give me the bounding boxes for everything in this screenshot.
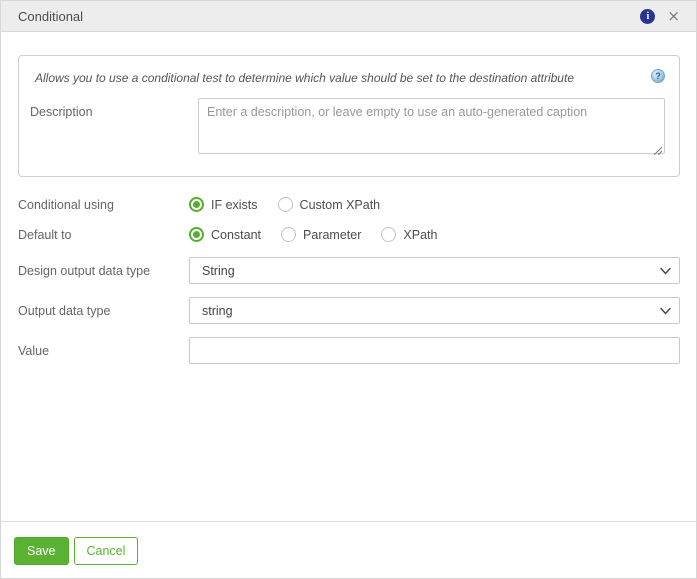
help-icon[interactable]: ? [651,69,665,83]
default-to-row: Default to Constant Parameter XPath [18,227,680,242]
radio-constant-icon[interactable] [189,227,204,242]
radio-xpath-label: XPath [403,227,438,242]
conditional-dialog: Conditional i × Allows you to use a cond… [0,0,697,579]
hint-row: Allows you to use a conditional test to … [30,69,665,85]
radio-constant-label: Constant [211,227,262,242]
save-button[interactable]: Save [14,537,69,565]
value-field-wrap [189,337,680,364]
radio-custom-xpath-icon[interactable] [277,197,293,212]
radio-if-exists[interactable]: IF exists [189,197,258,212]
design-output-data-type-field-wrap: String [189,257,680,284]
radio-parameter-label: Parameter [303,227,362,242]
dialog-title: Conditional [18,8,84,24]
radio-custom-xpath[interactable]: Custom XPath [277,197,381,212]
output-data-type-field-wrap: string [189,297,680,324]
output-data-type-value: string [202,303,233,318]
default-to-radio-group: Constant Parameter XPath [189,227,457,242]
dialog-body: Allows you to use a conditional test to … [1,32,696,521]
radio-parameter[interactable]: Parameter [281,227,361,242]
panel-hint-text: Allows you to use a conditional test to … [35,71,574,85]
value-label: Value [18,343,50,358]
radio-if-exists-label: IF exists [211,197,258,212]
description-textarea[interactable] [198,98,665,154]
conditional-using-radio-group: IF exists Custom XPath [189,197,400,212]
close-icon[interactable]: × [667,8,680,24]
output-data-type-select[interactable]: string [189,297,680,324]
design-output-data-type-select[interactable]: String [189,257,680,284]
design-output-data-type-row: Design output data type String [18,257,680,284]
design-output-data-type-value: String [202,263,235,278]
radio-constant[interactable]: Constant [189,227,261,242]
dialog-footer: Save Cancel [1,521,696,578]
value-row: Value [18,337,680,364]
description-field-wrap [198,98,665,159]
output-data-type-row: Output data type string [18,297,680,324]
radio-custom-xpath-label: Custom XPath [299,197,381,212]
conditional-using-row: Conditional using IF exists Custom XPath [18,197,680,212]
default-to-label: Default to [18,227,72,242]
description-row: Description [30,98,665,159]
radio-parameter-icon[interactable] [281,227,297,242]
value-input[interactable] [189,337,680,364]
info-icon[interactable]: i [640,8,656,24]
dialog-header: Conditional i × [1,1,696,32]
radio-xpath-icon[interactable] [381,227,397,242]
description-label: Description [30,105,93,119]
header-actions: i × [640,8,680,24]
radio-if-exists-icon[interactable] [189,197,204,212]
cancel-button[interactable]: Cancel [73,537,139,565]
description-panel: Allows you to use a conditional test to … [18,55,680,177]
radio-xpath[interactable]: XPath [381,227,437,242]
design-output-data-type-label: Design output data type [18,263,151,278]
output-data-type-label: Output data type [18,303,111,318]
conditional-using-label: Conditional using [18,197,114,212]
